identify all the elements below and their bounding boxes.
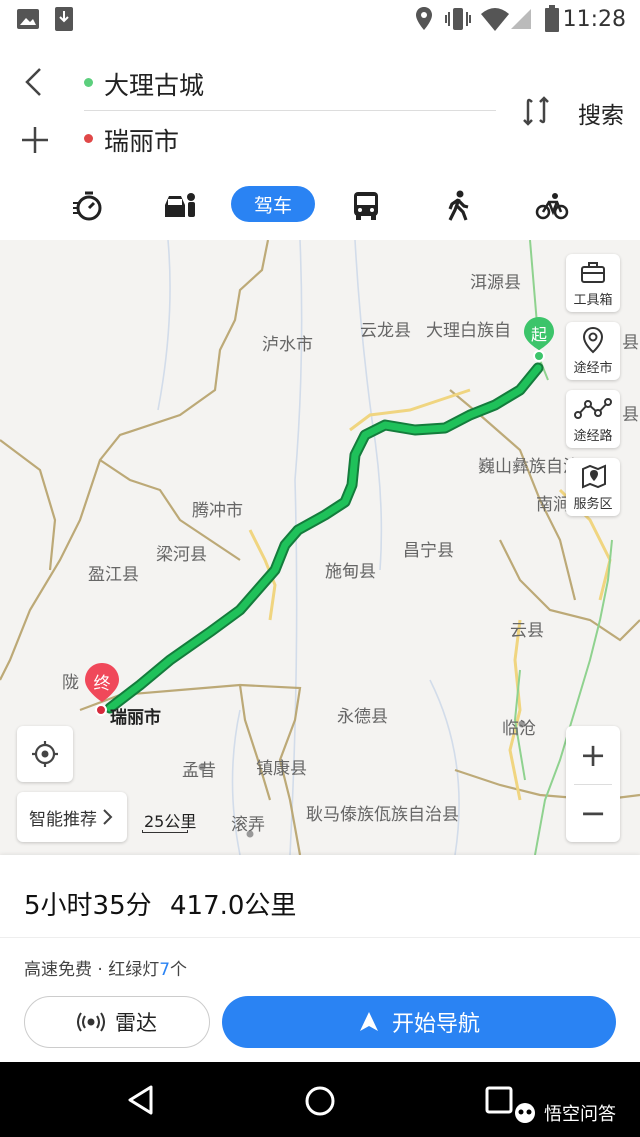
nav-home-icon[interactable] [303,1084,337,1118]
walk-icon [448,190,469,221]
origin-dot [84,78,93,87]
place-label: 镇康县 [256,759,307,779]
battery-icon [545,5,559,32]
start-marker-text: 起 [530,325,547,344]
place-label: 泸水市 [262,335,313,355]
map-scale-bar [142,830,188,833]
service-area-icon [582,464,606,489]
signal-icon [511,9,531,29]
place-label: 临沧 [502,719,536,739]
via-road-icon [574,398,612,419]
smart-recommend-button[interactable]: 智能推荐 [17,792,127,842]
place-label: 腾冲市 [192,501,243,521]
place-label: 盈江县 [88,565,139,585]
status-time: 11:28 [562,7,626,32]
place-label: 昌宁县 [403,541,454,561]
route-header: 大理古城 瑞丽市 搜索 驾车 [0,40,640,240]
start-navigation-label: 开始导航 [391,1012,480,1037]
gallery-icon [17,9,39,29]
smart-recommend-label: 智能推荐 [29,809,97,830]
locate-icon [32,741,58,767]
mode-drive-tab[interactable]: 驾车 [231,186,315,222]
zoom-in-button[interactable]: + [566,726,620,784]
route-map[interactable]: 洱源县 泸水市 云龙县 大理白族自 县 县 巍山彝族自治县 腾冲市 南涧 梁河县… [0,240,640,855]
destination-dot [84,134,93,143]
route-distance: 417.0公里 [170,891,297,921]
start-navigation-button[interactable]: 开始导航 [222,996,616,1048]
location-icon [416,7,432,30]
radar-button[interactable]: 雷达 [24,996,210,1048]
start-marker[interactable]: 起 [523,316,555,362]
watermark: 悟空问答 [510,1100,616,1126]
mode-bike-tab[interactable] [532,186,572,226]
car-person-icon [165,193,195,217]
add-waypoint-icon[interactable] [20,125,50,155]
place-label: 大理白族自 [426,321,511,341]
route-summary-panel: 5小时35分 417.0公里 高速免费 · 红绿灯7个 雷达 开始导航 [0,855,640,1062]
mode-fastest-tab[interactable] [68,186,108,226]
divider [0,937,640,938]
end-marker[interactable]: 终 [84,662,120,718]
vibrate-icon [445,8,471,30]
system-nav-bar: 悟空问答 [0,1062,640,1137]
radar-label: 雷达 [115,1011,157,1035]
place-label: 南涧 [536,495,570,515]
toolbox-button[interactable]: 工具箱 [566,254,620,312]
download-icon [55,7,73,31]
via-city-label: 途经市 [573,361,613,376]
route-info: 高速免费 · 红绿灯7个 [24,955,187,980]
place-label: 施甸县 [325,562,376,582]
place-label: 云龙县 [360,321,411,341]
swap-route-icon[interactable] [520,96,552,126]
via-road-label: 途经路 [573,429,613,444]
mode-walk-tab[interactable] [438,186,478,226]
mode-bus-tab[interactable] [346,186,386,226]
mode-taxi-tab[interactable] [160,186,200,226]
place-label: 陇 [62,673,79,693]
place-label: 滚弄 [231,815,265,835]
watermark-logo-icon [515,1103,535,1123]
service-area-button[interactable]: 服务区 [566,458,620,516]
back-icon[interactable] [22,66,46,98]
toll-text: 高速免费 · 红绿灯 [24,960,160,980]
nav-recents-icon[interactable] [485,1086,513,1114]
toolbox-icon [581,262,605,283]
divider [84,110,496,111]
wifi-icon [481,8,509,31]
route-duration: 5小时35分 [24,891,152,921]
traffic-light-count: 7 [159,960,171,980]
chevron-right-icon [103,809,113,825]
place-label: 梁河县 [156,545,207,565]
via-city-button[interactable]: 途经市 [566,322,620,380]
place-label: 洱源县 [470,273,521,293]
place-label: 永德县 [337,707,388,727]
origin-field[interactable]: 大理古城 [104,66,204,102]
via-road-button[interactable]: 途经路 [566,390,620,448]
place-label: 县 [622,333,639,353]
watermark-text: 悟空问答 [544,1104,616,1125]
nav-back-icon[interactable] [126,1084,156,1116]
end-marker-text: 终 [93,674,111,694]
toolbox-label: 工具箱 [573,293,613,308]
zoom-control: + − [566,726,620,842]
bike-icon [535,193,569,220]
radar-icon [77,1012,105,1032]
navigate-arrow-icon [359,1012,378,1031]
place-label: 县 [622,405,639,425]
place-label: 耿马傣族佤族自治县 [306,805,459,825]
place-label: 云县 [510,621,544,641]
service-area-label: 服务区 [573,497,613,512]
traffic-light-unit: 个 [170,960,188,980]
map-scale-label: 25公里 [144,812,197,831]
zoom-out-button[interactable]: − [566,784,620,842]
bus-icon [354,192,378,220]
via-city-icon [582,326,604,354]
destination-field[interactable]: 瑞丽市 [104,122,179,158]
search-button[interactable]: 搜索 [578,96,624,130]
locate-button[interactable] [17,726,73,782]
stopwatch-icon [73,191,102,221]
place-label: 孟昔 [182,761,216,781]
status-bar: 11:28 [0,0,640,40]
